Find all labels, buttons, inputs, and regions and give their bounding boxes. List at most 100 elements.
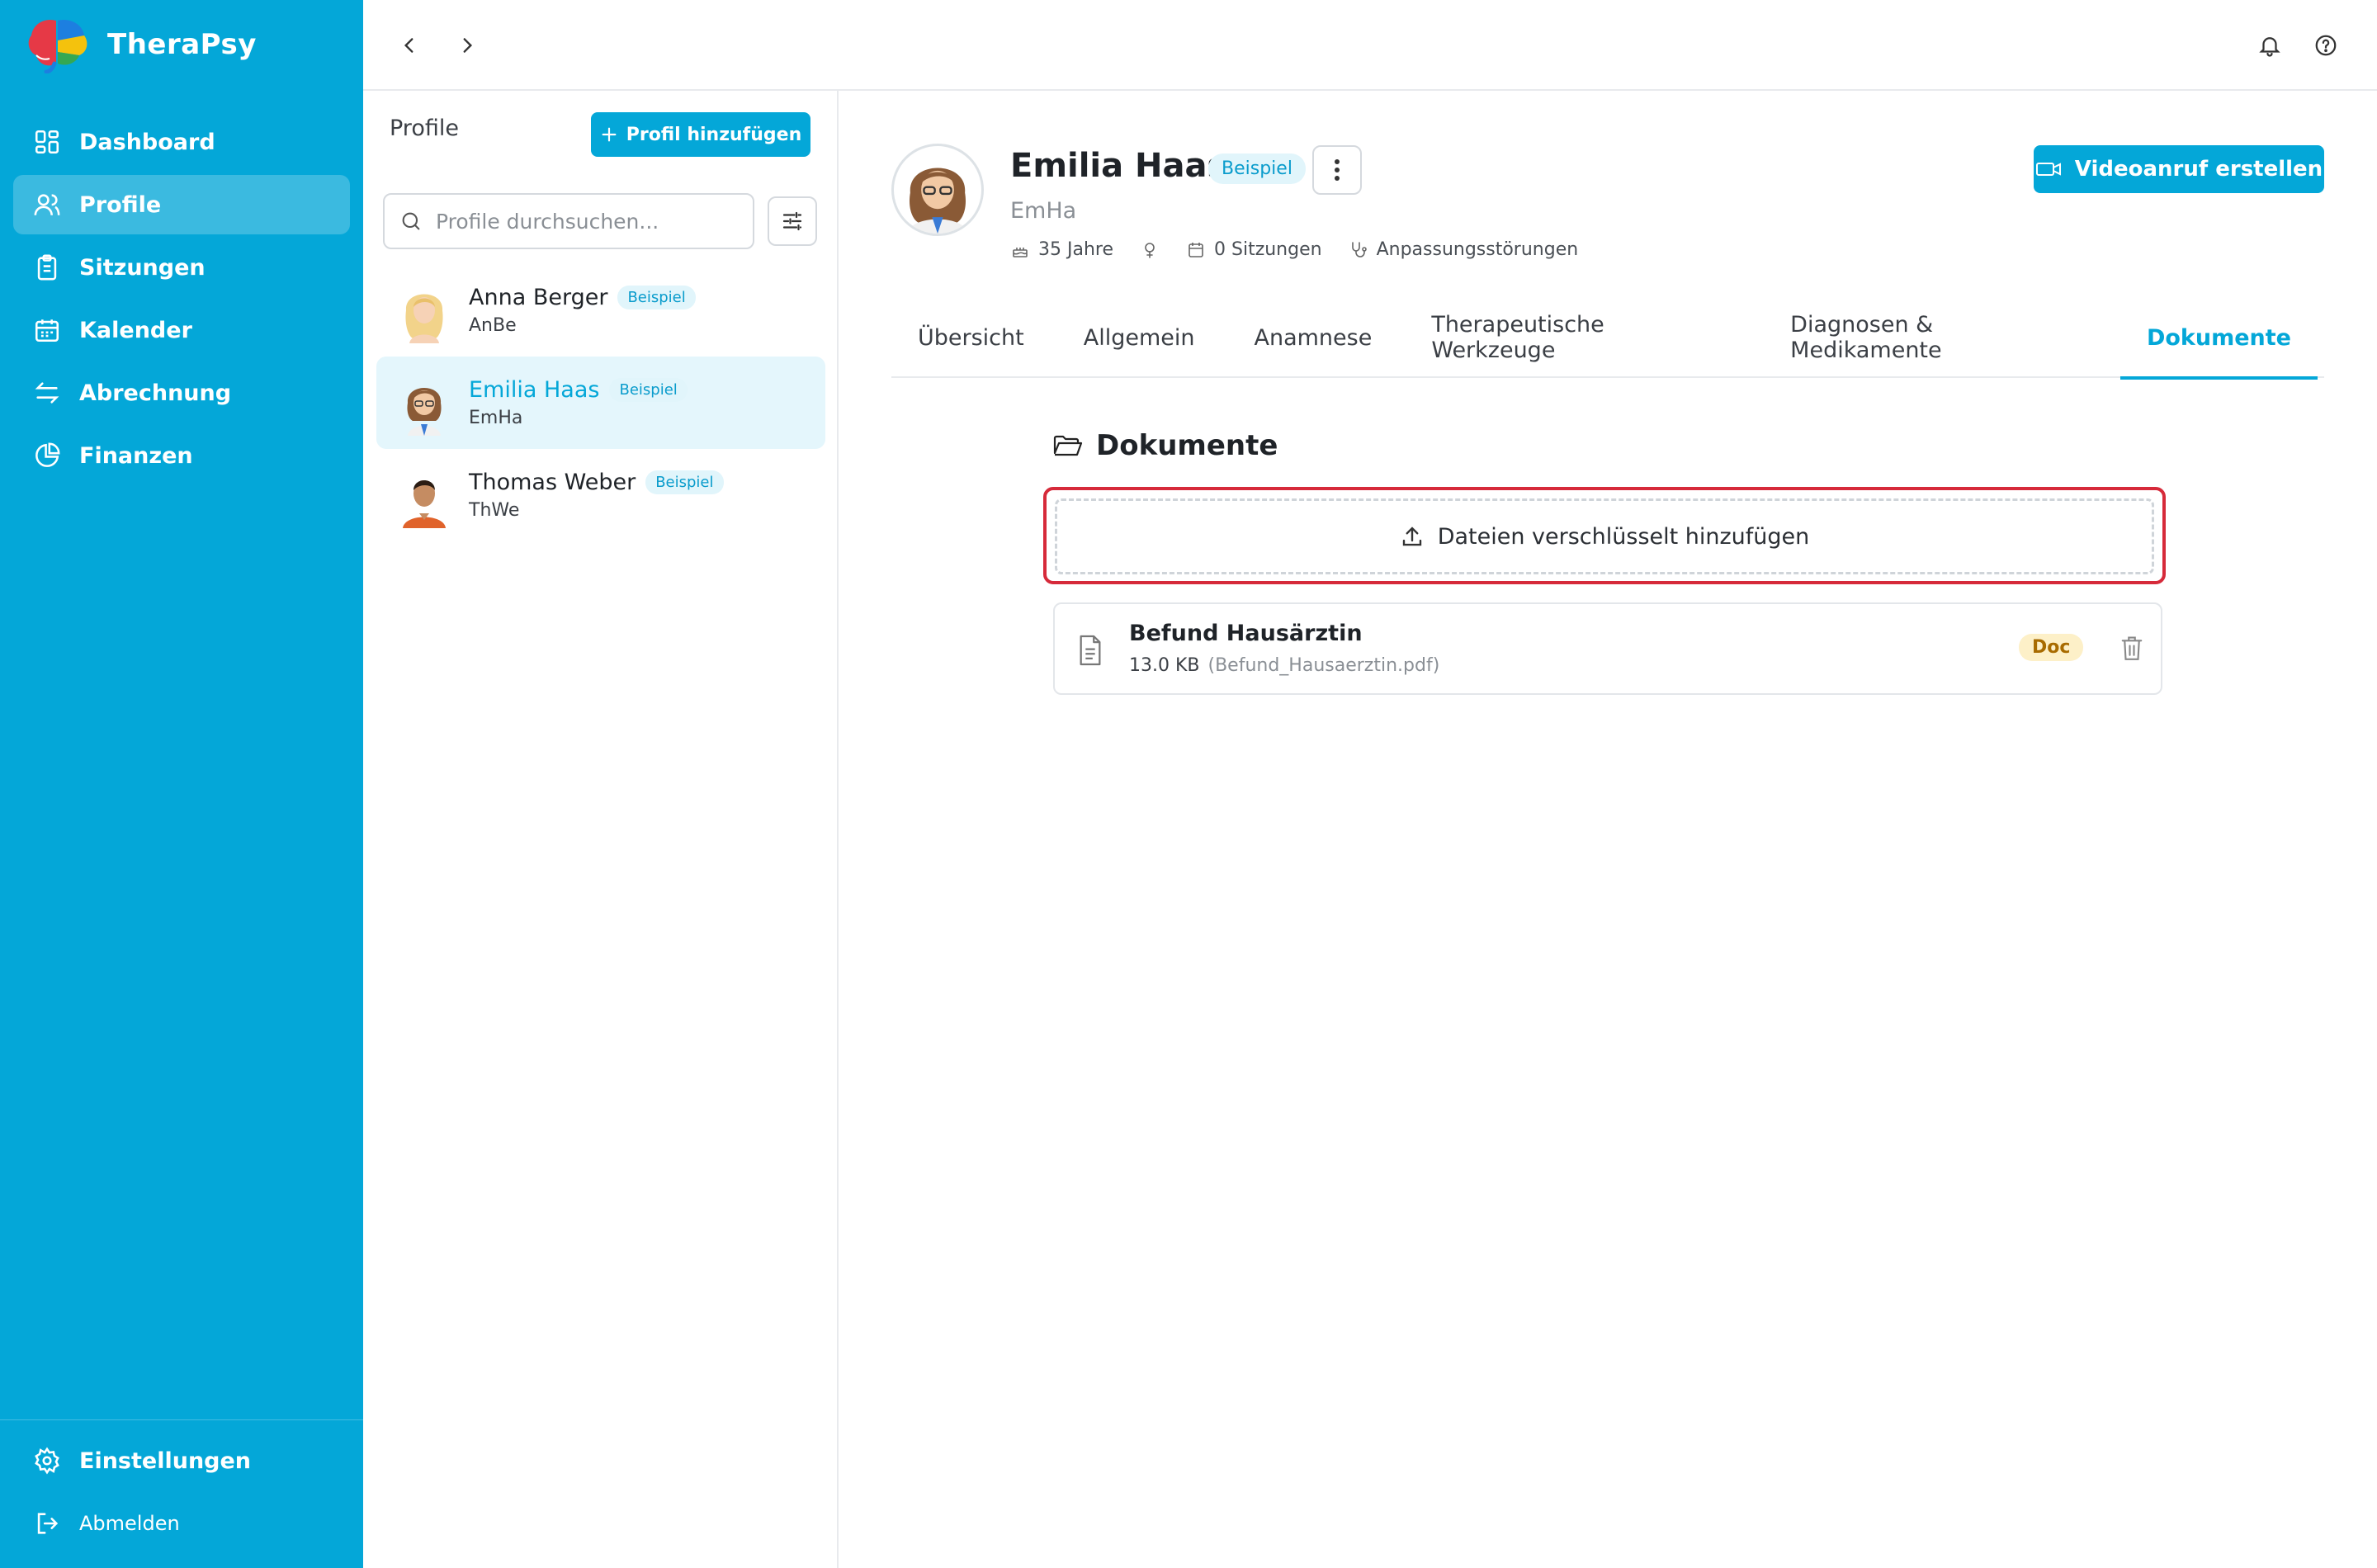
document-size: 13.0 KB: [1129, 655, 1200, 676]
calendar-icon: [33, 316, 61, 344]
bell-icon: [2257, 33, 2282, 58]
meta-gender: [1140, 240, 1160, 260]
profile-shortcode: EmHa: [1010, 198, 1077, 224]
video-icon: [2035, 159, 2062, 179]
users-icon: [33, 191, 61, 219]
arrows-exchange-icon: [33, 379, 61, 407]
profile-list-item[interactable]: Anna Berger Beispiel AnBe: [376, 264, 825, 357]
sidebar-item-dashboard[interactable]: Dashboard: [13, 112, 350, 172]
app-name: TheraPsy: [107, 28, 257, 61]
female-icon: [1140, 240, 1160, 260]
add-profile-label: Profil hinzufügen: [626, 124, 802, 145]
profile-search-input[interactable]: [434, 208, 740, 234]
sidebar-item-finanzen[interactable]: Finanzen: [13, 426, 350, 485]
cake-icon: [1010, 240, 1030, 260]
sidebar-item-sitzungen[interactable]: Sitzungen: [13, 238, 350, 297]
profile-short: EmHa: [469, 408, 523, 428]
document-type-badge: Doc: [2019, 634, 2084, 661]
pie-chart-icon: [33, 442, 61, 470]
profile-name: Emilia Haas: [469, 377, 600, 403]
profile-meta: 35 Jahre 0 Sitzungen Anpassungsstörungen: [1010, 239, 1593, 260]
calendar-icon: [1186, 240, 1206, 260]
notifications-button[interactable]: [2253, 29, 2286, 62]
sidebar-item-label: Finanzen: [79, 442, 193, 469]
brand[interactable]: TheraPsy: [25, 15, 257, 74]
delete-document-button[interactable]: [2119, 634, 2144, 662]
sidebar-logout-label: Abmelden: [79, 1512, 180, 1535]
filter-button[interactable]: [768, 196, 817, 246]
profile-tabs: Übersicht Allgemein Anamnese Therapeutis…: [891, 297, 2324, 380]
profile-list-item[interactable]: Thomas Weber Beispiel ThWe: [376, 449, 825, 541]
help-circle-icon: [2313, 33, 2338, 58]
upload-label: Dateien verschlüsselt hinzufügen: [1437, 523, 1810, 550]
search-icon: [399, 210, 423, 233]
profile-list-item-selected[interactable]: Emilia Haas Beispiel EmHa: [376, 357, 825, 449]
sidebar-item-abmelden[interactable]: Abmelden: [13, 1494, 350, 1553]
example-badge: Beispiel: [617, 286, 696, 309]
tab-anamnese[interactable]: Anamnese: [1227, 297, 1398, 378]
sidebar-item-label: Sitzungen: [79, 254, 206, 281]
profile-name: Anna Berger: [469, 285, 608, 310]
document-filename: (Befund_Hausaerztin.pdf): [1207, 655, 1440, 676]
sidebar-item-kalender[interactable]: Kalender: [13, 300, 350, 360]
sidebar-item-profile[interactable]: Profile: [13, 175, 350, 234]
clipboard-icon: [33, 253, 61, 281]
brain-logo-icon: [25, 16, 91, 73]
profile-name: Thomas Weber: [469, 470, 636, 495]
profile-list-panel: Profile Profil hinzufügen Profile durchs…: [363, 91, 839, 1568]
document-item[interactable]: Befund Hausärztin 13.0 KB (Befund_Hausaer…: [1053, 602, 2162, 695]
top-bar: [363, 0, 2377, 91]
logout-icon: [33, 1509, 61, 1537]
profile-avatar: [891, 144, 984, 236]
plus-icon: [600, 125, 618, 144]
profile-short: ThWe: [469, 500, 520, 521]
create-video-call-button[interactable]: Videoanruf erstellen: [2034, 145, 2324, 193]
profile-list-title: Profile: [390, 116, 459, 141]
document-title: Befund Hausärztin: [1129, 621, 1363, 646]
meta-sessions-text: 0 Sitzungen: [1214, 239, 1322, 260]
meta-diagnosis-text: Anpassungsstörungen: [1376, 239, 1579, 260]
sliders-icon: [780, 209, 805, 234]
meta-age: 35 Jahre: [1010, 239, 1113, 260]
sidebar-item-label: Abrechnung: [79, 380, 232, 406]
avatar: [398, 370, 451, 436]
example-badge: Beispiel: [609, 378, 688, 402]
profile-list: Anna Berger Beispiel AnBe Emilia Haas Be…: [376, 264, 825, 541]
meta-diagnosis: Anpassungsstörungen: [1349, 239, 1579, 260]
upload-dropzone[interactable]: Dateien verschlüsselt hinzufügen: [1055, 498, 2154, 574]
tab-allgemein[interactable]: Allgemein: [1057, 297, 1222, 378]
sidebar-item-abrechnung[interactable]: Abrechnung: [13, 363, 350, 423]
back-button[interactable]: [393, 29, 426, 62]
stethoscope-icon: [1349, 240, 1368, 260]
video-call-label: Videoanruf erstellen: [2074, 157, 2323, 182]
tab-uebersicht[interactable]: Übersicht: [891, 297, 1051, 378]
sidebar-nav: Dashboard Profile Sitzungen Kalender Abr…: [13, 112, 350, 489]
upload-icon: [1400, 524, 1425, 549]
dashboard-icon: [33, 128, 61, 156]
sidebar-item-label: Kalender: [79, 317, 192, 343]
sidebar-item-label: Dashboard: [79, 129, 215, 155]
document-meta: 13.0 KB (Befund_Hausaerztin.pdf): [1129, 655, 1439, 676]
sidebar-item-einstellungen[interactable]: Einstellungen: [13, 1431, 350, 1490]
sidebar-bottom: Einstellungen Abmelden: [13, 1431, 350, 1556]
folder-open-icon: [1053, 433, 1083, 458]
chevron-left-icon: [399, 35, 420, 56]
documents-title: Dokumente: [1096, 429, 1278, 462]
more-vertical-icon: [1334, 158, 1340, 182]
help-button[interactable]: [2309, 29, 2342, 62]
add-profile-button[interactable]: Profil hinzufügen: [591, 112, 810, 157]
sidebar: TheraPsy Dashboard Profile Sitzungen Kal…: [0, 0, 363, 1568]
example-badge: Beispiel: [645, 470, 724, 494]
profile-detail: Emilia Haas Beispiel EmHa 35 Jahre 0 Sit…: [840, 91, 2377, 1568]
sidebar-item-label: Profile: [79, 191, 162, 218]
meta-sessions: 0 Sitzungen: [1186, 239, 1322, 260]
tab-therapeutische-werkzeuge[interactable]: Therapeutische Werkzeuge: [1405, 297, 1757, 378]
sidebar-divider: [0, 1419, 363, 1420]
avatar: [398, 277, 451, 343]
sidebar-settings-label: Einstellungen: [79, 1448, 252, 1474]
forward-button[interactable]: [451, 29, 484, 62]
more-options-button[interactable]: [1312, 145, 1362, 195]
tab-diagnosen-medikamente[interactable]: Diagnosen & Medikamente: [1764, 297, 2114, 378]
tab-dokumente[interactable]: Dokumente: [2119, 297, 2318, 380]
upload-highlight: Dateien verschlüsselt hinzufügen: [1043, 487, 2166, 584]
